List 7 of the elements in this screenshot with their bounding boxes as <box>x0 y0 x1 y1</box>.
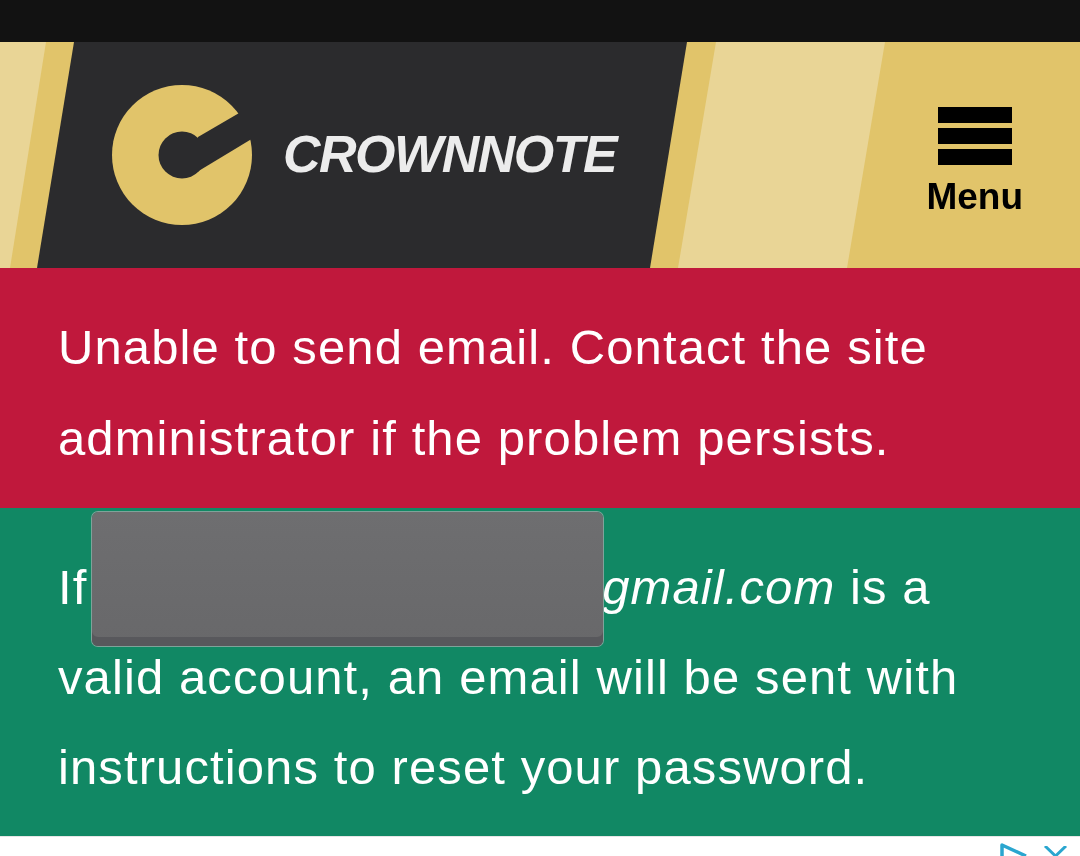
menu-icon <box>937 106 1012 165</box>
logo-icon <box>112 85 252 225</box>
close-icon[interactable] <box>1043 846 1068 856</box>
brand-name: CROWNNOTE <box>283 126 617 184</box>
error-message: Unable to send email. Contact the site administrator if the problem persists. <box>58 319 929 467</box>
menu-button[interactable]: Menu <box>926 106 1023 218</box>
info-message: If gmail.com is a valid account, an email will be sent with instructions to reset your password. <box>58 559 960 796</box>
